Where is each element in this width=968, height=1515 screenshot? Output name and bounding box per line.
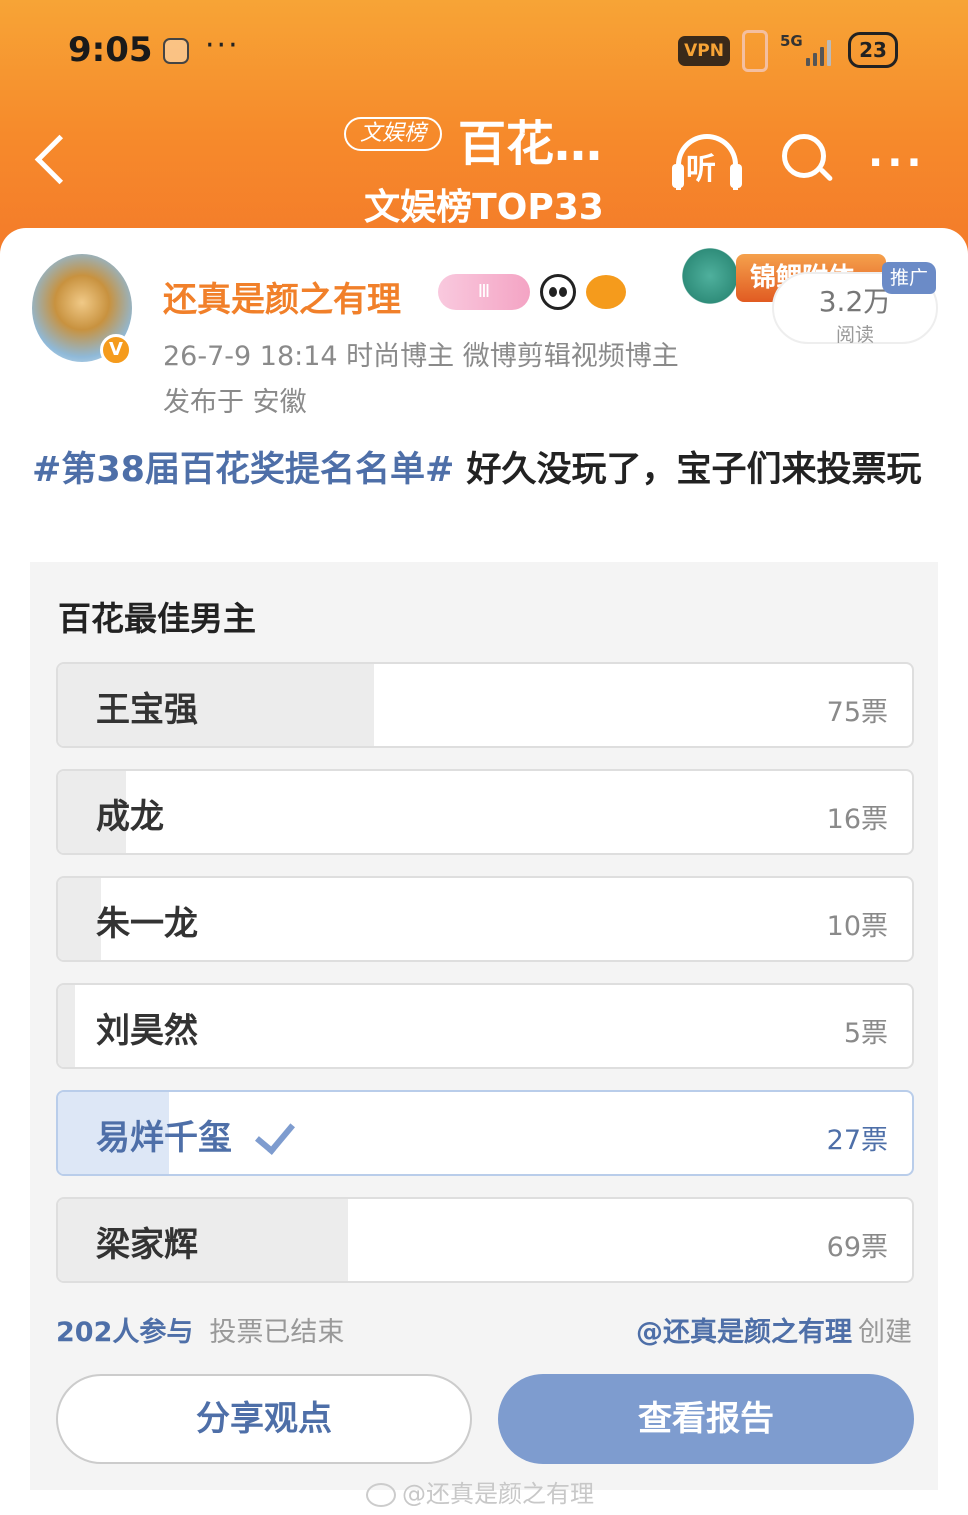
poll-option-name: 刘昊然 [96,1011,198,1051]
fish-badge-icon[interactable] [586,275,626,309]
poll-option[interactable]: 成龙 16票 [56,769,914,855]
poll-option-bar [58,985,76,1067]
listen-label: 听 [686,152,716,187]
post-body: 好久没玩了，宝子们来投票玩 [454,450,922,490]
creator-suffix: 创建 [858,1317,912,1348]
poll-status: 投票已结束 [209,1317,345,1348]
poll-option-name: 朱一龙 [96,904,198,944]
poll-option-name: 王宝强 [96,690,198,730]
vpn-icon: VPN [678,36,730,66]
poll-creator: @还真是颜之有理 创建 [636,1310,912,1349]
status-time: 9:05 [68,30,153,70]
author-badges: Ⅲ [438,274,626,310]
more-options-button[interactable]: ··· [868,140,926,186]
poll-option-votes: 69票 [826,1232,888,1263]
poll-option[interactable]: 王宝强 75票 [56,662,914,748]
tree-icon [680,242,740,310]
verified-icon: V [100,334,132,366]
poll-option-name: 易烊千玺 [96,1118,232,1158]
poll-option-votes: 5票 [843,1018,888,1049]
poll-option-votes: 16票 [826,804,888,835]
network-type: 5G [780,32,803,50]
phone-icon [742,30,768,72]
author-name[interactable]: 还真是颜之有理 [163,272,401,321]
hashtag-link[interactable]: #第38届百花奖提名名单# [32,450,454,490]
poll-participants: 202人参与 投票已结束 [56,1310,344,1349]
promoted-badge: 推广 [882,262,937,294]
poll-option[interactable]: 朱一龙 10票 [56,876,914,962]
creator-link[interactable]: @还真是颜之有理 [636,1317,852,1348]
poll-option-votes: 27票 [826,1125,888,1156]
battery-icon: 23 [848,32,898,68]
share-opinion-button[interactable]: 分享观点 [56,1374,472,1464]
status-bar: 9:05 ··· VPN 5G 23 [0,0,968,100]
poll-option[interactable]: 刘昊然 5票 [56,983,914,1069]
weibo-icon [366,1483,396,1507]
post-text: #第38届百花奖提名名单# 好久没玩了，宝子们来投票玩 [32,440,932,500]
topic-tag[interactable]: 文娱榜 [344,117,443,151]
poll-option-bar [58,878,101,960]
panda-badge-icon[interactable] [540,274,576,310]
poll-card: 百花最佳男主 王宝强 75票 成龙 16票 朱一龙 10票 刘昊然 5票 易烊千… [30,562,938,1490]
poll-option-votes: 10票 [826,911,888,942]
poll-option-name: 成龙 [96,797,164,837]
read-count-label: 阅读 [835,324,874,346]
signal-icon [806,40,832,66]
notification-icon [163,38,189,64]
listen-button[interactable]: 听 [672,130,742,190]
page-title: 百花… [458,116,603,172]
post-location: 发布于 安徽 [163,387,307,418]
poll-option-name: 梁家辉 [96,1225,198,1265]
watermark-text: @还真是颜之有理 [402,1480,594,1508]
participant-count: 202人参与 [56,1317,194,1348]
poll-option[interactable]: 梁家辉 69票 [56,1197,914,1283]
poll-option-votes: 75票 [826,697,888,728]
view-report-button[interactable]: 查看报告 [498,1374,914,1464]
checkmark-icon [258,1114,300,1152]
post-meta: 26-7-9 18:14 时尚博主 微博剪辑视频博主 [163,341,679,372]
poll-title: 百花最佳男主 [58,599,256,638]
watermark: @还真是颜之有理 [366,1474,594,1509]
search-button[interactable] [780,132,836,188]
more-notifications-icon: ··· [205,28,240,63]
poll-option-voted[interactable]: 易烊千玺 27票 [56,1090,914,1176]
fan-level-badge[interactable]: Ⅲ [438,274,530,310]
